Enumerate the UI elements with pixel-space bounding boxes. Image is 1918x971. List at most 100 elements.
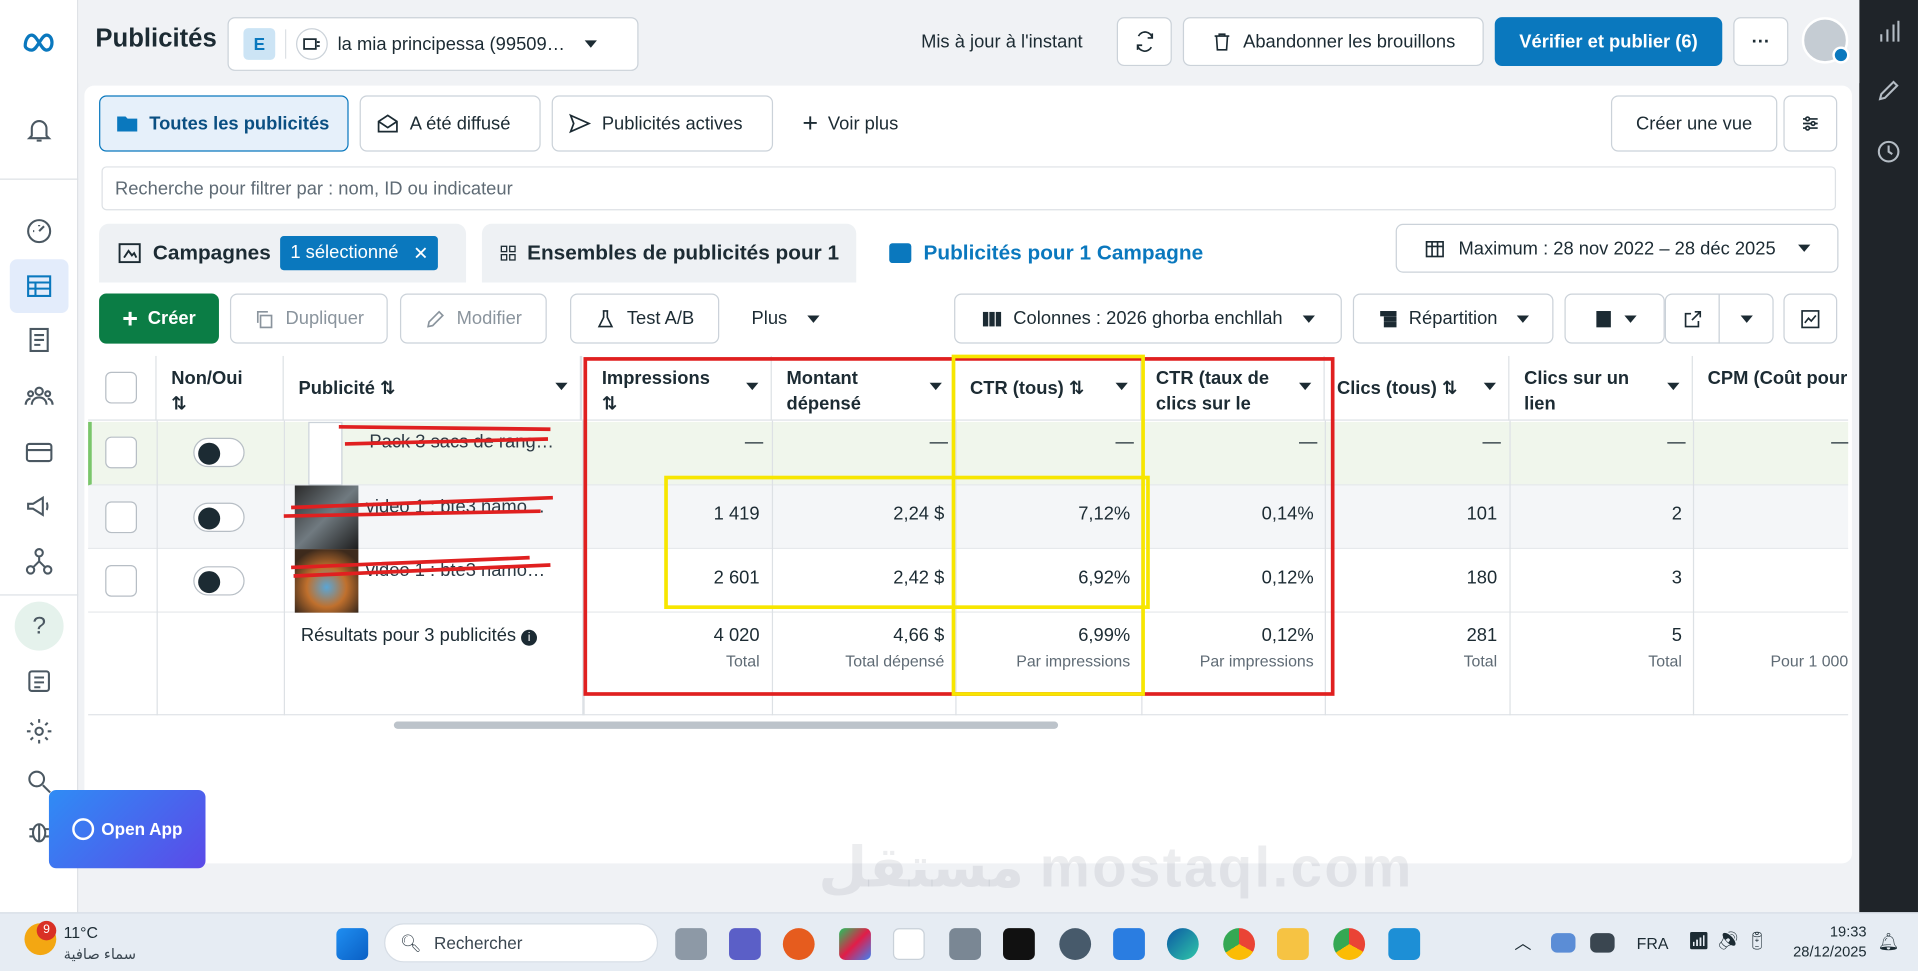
account-selector[interactable]: E la mia principessa (99509… xyxy=(227,17,639,71)
language-indicator[interactable]: FRA xyxy=(1637,934,1669,952)
selected-badge[interactable]: 1 sélectionné ✕ xyxy=(280,236,439,271)
copy-icon xyxy=(257,310,273,328)
meta-logo[interactable] xyxy=(22,24,56,58)
chevron-down-icon xyxy=(1483,382,1496,391)
more-button[interactable]: Plus xyxy=(730,293,841,344)
table-icon[interactable] xyxy=(9,259,69,314)
network-icon[interactable] xyxy=(22,544,56,578)
create-view-button[interactable]: Créer une vue xyxy=(1610,95,1778,152)
cell-clicks-all: — xyxy=(1482,431,1501,453)
duplicate-button[interactable]: Dupliquer xyxy=(229,293,388,344)
pencil-icon[interactable] xyxy=(1876,78,1900,102)
search-input[interactable]: Recherche pour filtrer par : nom, ID ou … xyxy=(101,166,1837,211)
calculator-icon[interactable] xyxy=(949,928,982,960)
cell-clicks-all: 180 xyxy=(1466,567,1498,589)
col-clicks-all[interactable]: Clics (tous) ⇅ xyxy=(1325,355,1510,421)
megaphone-icon[interactable] xyxy=(22,489,56,523)
grid-icon xyxy=(500,245,516,261)
news-icon[interactable] xyxy=(22,664,56,698)
windows-start-icon[interactable] xyxy=(336,928,369,960)
cell-cpm: — xyxy=(1831,431,1849,453)
tab-delivered[interactable]: A été diffusé xyxy=(359,95,541,152)
system-tray-icons[interactable]: 📶︎🔊︎🔋︎ xyxy=(1688,931,1775,952)
main-panel: Toutes les publicités A été diffusé Publ… xyxy=(84,85,1852,899)
flask-icon xyxy=(598,309,614,327)
avatar[interactable] xyxy=(1801,17,1850,64)
capcut-icon[interactable] xyxy=(1003,928,1035,960)
watermark: مستقل mostaql.com xyxy=(818,835,1414,899)
chrome-profile-icon[interactable] xyxy=(1333,928,1366,960)
export-button[interactable] xyxy=(1664,293,1720,344)
sliders-icon xyxy=(1802,116,1818,131)
taskbar-search[interactable]: 🔍︎ Rechercher xyxy=(384,923,659,963)
pages-icon[interactable] xyxy=(22,323,56,357)
task-view-icon[interactable] xyxy=(675,928,708,960)
account-badge: E xyxy=(243,28,276,60)
report-icon xyxy=(1596,310,1611,327)
discard-drafts-button[interactable]: Abandonner les brouillons xyxy=(1182,17,1484,67)
settings-app-icon[interactable] xyxy=(1059,928,1092,960)
columns-button[interactable]: Colonnes : 2026 ghorba enchllah xyxy=(954,293,1342,344)
weather-badge: 9 xyxy=(36,920,57,941)
create-button[interactable]: + Créer xyxy=(99,293,219,344)
chevron-up-icon[interactable]: ︿ xyxy=(1514,931,1531,955)
tab-all-ads[interactable]: Toutes les publicités xyxy=(99,95,349,152)
open-app-button[interactable]: Open App xyxy=(48,789,206,869)
col-link-clicks[interactable]: Clics sur un lien xyxy=(1509,355,1693,421)
chart-bars-icon[interactable] xyxy=(1876,20,1900,44)
billing-icon[interactable] xyxy=(22,435,56,469)
notification-bell-icon[interactable]: 🔔︎ xyxy=(1878,932,1900,953)
firefox-icon[interactable] xyxy=(782,928,815,960)
cloud-icon[interactable] xyxy=(1590,933,1615,953)
more-options-button[interactable]: ··· xyxy=(1733,17,1789,67)
history-icon[interactable] xyxy=(1876,139,1900,163)
trash-icon xyxy=(1214,33,1230,51)
teams-icon[interactable] xyxy=(729,928,761,960)
tab-see-more[interactable]: + Voir plus xyxy=(788,95,913,151)
edge-icon[interactable] xyxy=(1166,928,1199,960)
weather-temp: 11°C xyxy=(63,923,98,942)
notepad-icon[interactable] xyxy=(1113,928,1145,960)
tab-active-ads[interactable]: Publicités actives xyxy=(551,95,774,152)
breakdown-button[interactable]: Répartition xyxy=(1352,293,1554,344)
publish-button[interactable]: Vérifier et publier (6) xyxy=(1494,17,1723,67)
date-range-picker[interactable]: Maximum : 28 nov 2022 – 28 déc 2025 xyxy=(1395,223,1839,273)
tab-campaigns[interactable]: Campagnes 1 sélectionné ✕ xyxy=(99,223,467,283)
update-status: Mis à jour à l'instant xyxy=(921,31,1083,53)
folder-icon xyxy=(117,116,138,132)
left-sidebar: ? xyxy=(0,0,79,913)
charts-button[interactable] xyxy=(1783,293,1838,344)
tab-adsets[interactable]: Ensembles de publicités pour 1 xyxy=(481,223,857,283)
chevron-down-icon xyxy=(1624,314,1637,323)
bell-icon[interactable] xyxy=(22,113,56,147)
search-icon: 🔍︎ xyxy=(399,932,422,953)
columns-icon xyxy=(983,311,1002,326)
ab-test-button[interactable]: Test A/B xyxy=(570,293,720,344)
export-menu-button[interactable] xyxy=(1718,293,1774,344)
tab-ads[interactable]: Publicités pour 1 Campagne xyxy=(869,223,1231,283)
clock-date: 28/12/2025 xyxy=(1793,942,1867,960)
copilot-icon[interactable] xyxy=(839,928,871,960)
view-settings-button[interactable] xyxy=(1783,95,1838,152)
audience-icon[interactable] xyxy=(22,379,56,413)
ad-icon xyxy=(889,243,912,264)
gear-icon[interactable] xyxy=(22,714,56,748)
onedrive-icon[interactable] xyxy=(1551,933,1576,953)
calendar-icon xyxy=(1426,241,1445,258)
plus-icon: + xyxy=(122,302,139,334)
help-icon[interactable]: ? xyxy=(14,601,64,651)
chrome-icon[interactable] xyxy=(1223,928,1256,960)
refresh-button[interactable] xyxy=(1116,17,1172,67)
horizontal-scrollbar[interactable] xyxy=(393,721,1059,729)
send-icon xyxy=(569,113,592,134)
reports-button[interactable] xyxy=(1564,293,1665,344)
chevron-down-icon xyxy=(584,40,597,48)
file-explorer-icon[interactable] xyxy=(1277,928,1309,960)
store-icon[interactable] xyxy=(892,928,925,960)
close-icon: ✕ xyxy=(413,243,429,265)
gauge-icon[interactable] xyxy=(22,214,56,248)
col-cpm[interactable]: CPM (Coût pour 1 000 impressio xyxy=(1693,356,1849,421)
photos-icon[interactable] xyxy=(1388,928,1421,960)
total-clicks-all: 281 xyxy=(1466,624,1498,646)
edit-button[interactable]: Modifier xyxy=(399,293,547,344)
